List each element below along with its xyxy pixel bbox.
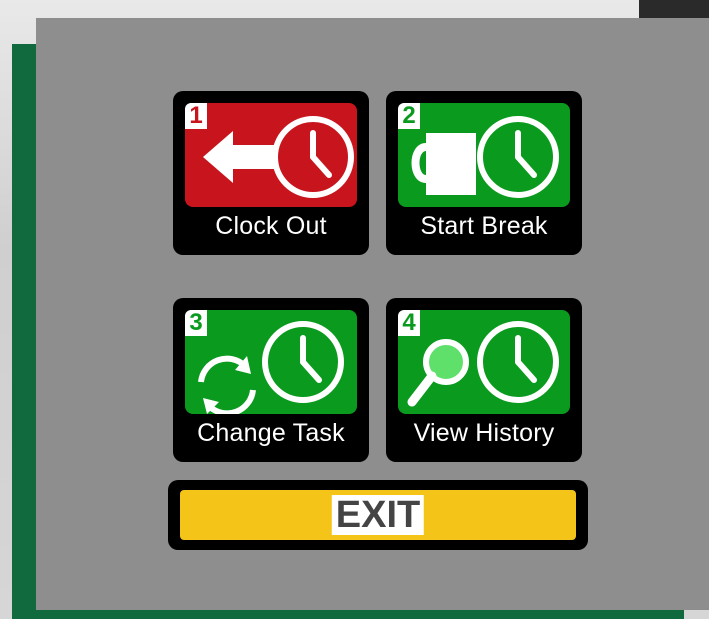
clock-out-label: Clock Out — [215, 212, 327, 240]
view-history-label: View History — [413, 419, 555, 447]
change-task-label: Change Task — [197, 419, 345, 447]
change-task-icon-box: 3 — [185, 310, 357, 414]
clock-out-icon-box: 1 — [185, 103, 357, 207]
start-break-label: Start Break — [420, 212, 548, 240]
exit-label: EXIT — [331, 495, 425, 535]
start-break-button[interactable]: 2 Start Break — [386, 91, 582, 255]
exit-button[interactable]: EXIT — [168, 480, 588, 550]
exit-bar-fill: EXIT — [180, 490, 576, 540]
view-history-button[interactable]: 4 View History — [386, 298, 582, 462]
change-task-button[interactable]: 3 Change Task — [173, 298, 369, 462]
refresh-clock-icon — [198, 321, 344, 414]
view-history-icon-box: 4 — [398, 310, 570, 414]
coffee-cup-clock-icon — [411, 116, 559, 198]
clock-out-button[interactable]: 1 Clock Out — [173, 91, 369, 255]
magnifier-clock-icon — [407, 321, 559, 407]
start-break-icon-box: 2 — [398, 103, 570, 207]
clock-out-arrow-clock-icon — [203, 116, 354, 198]
